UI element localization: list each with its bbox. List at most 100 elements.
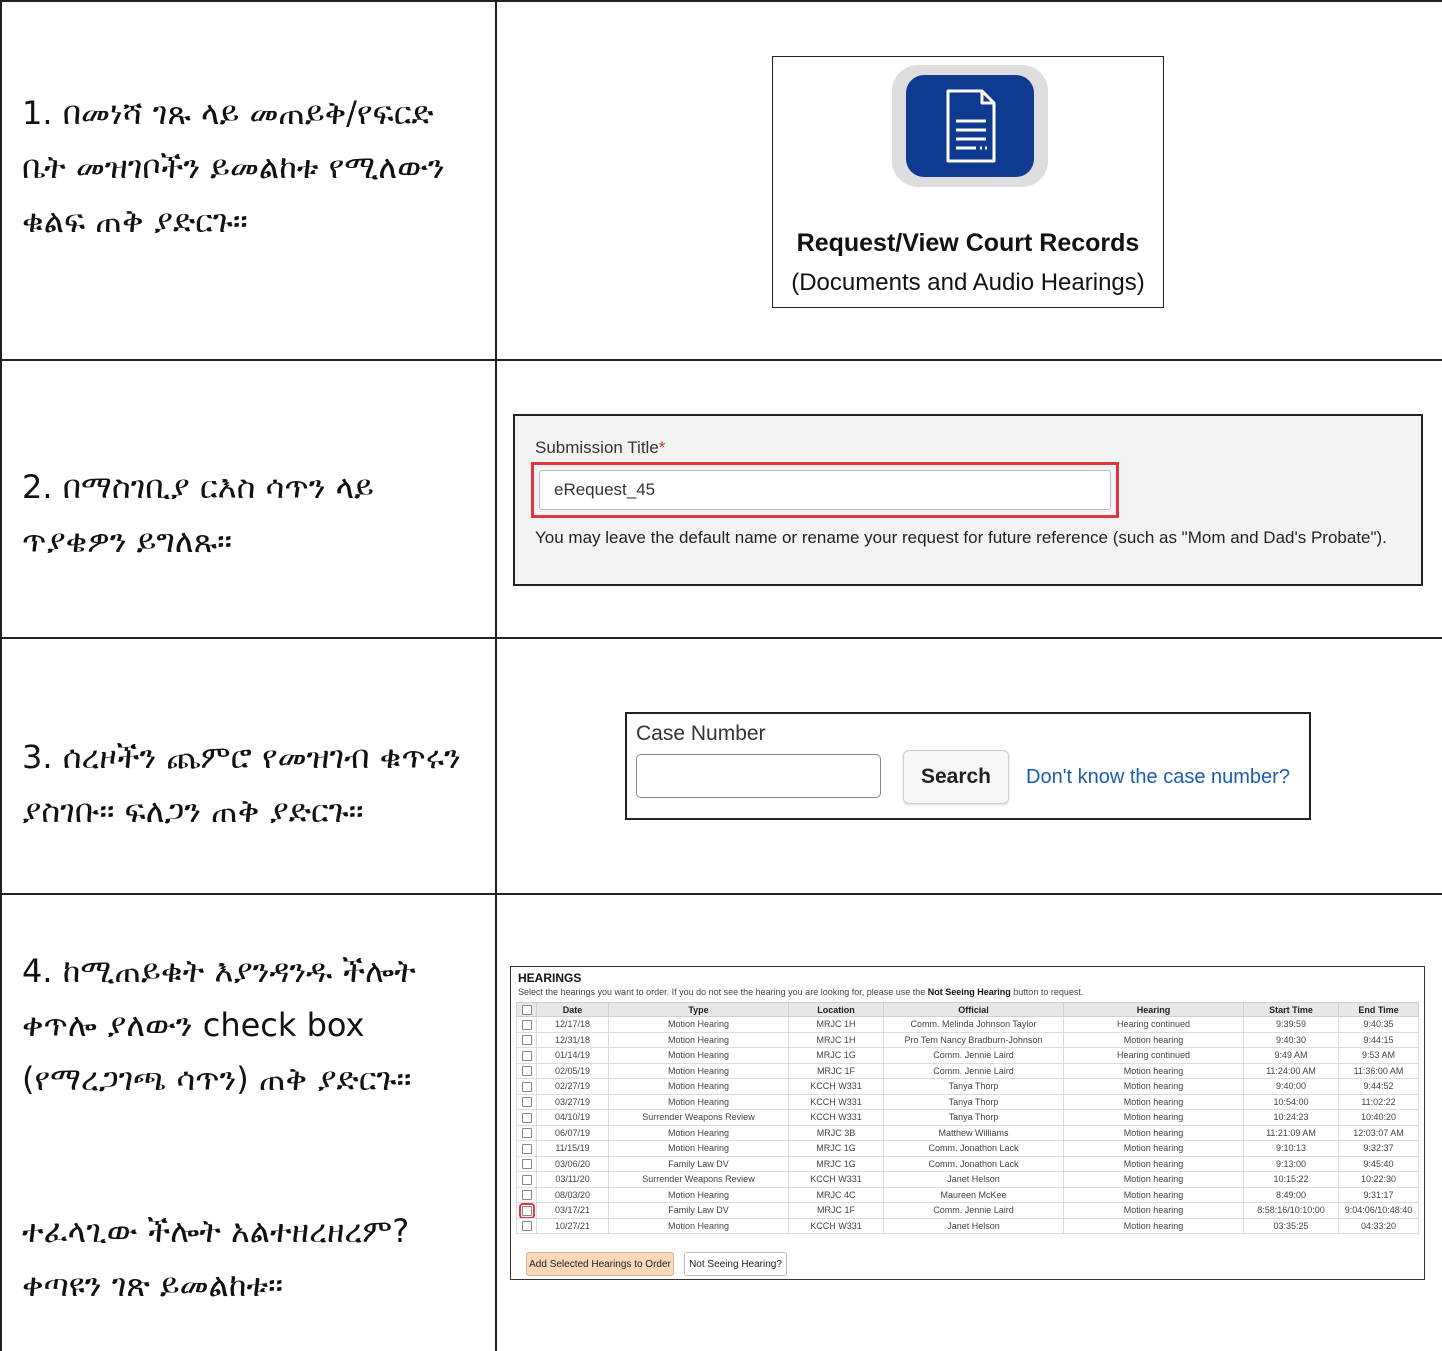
table-row: 08/03/20 Motion Hearing MRJC 4C Maureen McK… [516, 1186, 1419, 1203]
step-4-text: 4. ከሚጠይቁት እያንዳንዱ ችሎት ቀጥሎ ያለውን check box … [22, 952, 416, 1098]
row-checkbox[interactable] [521, 1174, 532, 1185]
table-cell: Motion hearing [1063, 1155, 1244, 1172]
row-checkbox[interactable] [521, 1221, 532, 1232]
table-row: 03/06/20 Family Law DV MRJC 1G Comm. Jonath… [516, 1155, 1419, 1172]
row-checkbox[interactable] [521, 1159, 532, 1170]
table-cell: 08/03/20 [536, 1186, 609, 1203]
select-all-cell [516, 1002, 537, 1017]
row-select-cell [516, 1093, 537, 1110]
row-checkbox[interactable] [521, 1128, 532, 1139]
row-checkbox[interactable] [521, 1019, 532, 1030]
court-records-subtitle: (Documents and Audio Hearings) [791, 269, 1145, 296]
table-row: 04/10/19 Surrender Weapons Review KCCH W33… [516, 1109, 1419, 1126]
not-seeing-hearing-button[interactable]: Not Seeing Hearing? [684, 1252, 787, 1276]
row-select-cell [516, 1186, 537, 1203]
submission-title-panel: Submission Title* You may leave the defa… [513, 414, 1423, 586]
court-records-title: Request/View Court Records [796, 229, 1140, 257]
table-cell: 02/27/19 [536, 1078, 609, 1095]
row-select-cell [516, 1217, 537, 1234]
document-icon [946, 89, 996, 163]
table-row: 03/27/19 Motion Hearing KCCH W331 Tanya Tho… [516, 1093, 1419, 1110]
table-cell: Motion Hearing [608, 1062, 789, 1079]
table-cell: MRJC 1G [788, 1155, 884, 1172]
top-border [0, 0, 1442, 2]
row-checkbox[interactable] [521, 1081, 532, 1092]
add-selected-hearings-button[interactable]: Add Selected Hearings to Order [526, 1252, 674, 1276]
row-select-cell [516, 1062, 537, 1079]
row-select-cell [516, 1047, 537, 1064]
row-checkbox[interactable] [521, 1143, 532, 1154]
submission-title-input[interactable] [539, 470, 1111, 510]
table-cell: Comm. Jennie Laird [883, 1047, 1064, 1064]
table-cell: MRJC 1H [788, 1016, 884, 1033]
table-cell: 8:49:00 [1243, 1186, 1339, 1203]
required-mark: * [658, 438, 666, 457]
row-select-cell [516, 1016, 537, 1033]
table-cell: Motion Hearing [608, 1140, 789, 1157]
table-cell: Hearing continued [1063, 1047, 1244, 1064]
hearings-title: HEARINGS [518, 971, 582, 985]
step-4-note: ተፈላጊው ችሎት አልተዘረዘረም? ቀጣዩን ገጽ ይመልከቱ። [22, 1212, 410, 1304]
table-cell: KCCH W331 [788, 1171, 884, 1188]
row-checkbox[interactable] [518, 1203, 535, 1218]
table-row: 12/17/18 Motion Hearing MRJC 1H Comm. Melin… [516, 1016, 1419, 1033]
case-number-input[interactable] [636, 754, 881, 798]
table-cell: MRJC 1G [788, 1047, 884, 1064]
row-select-cell [516, 1031, 537, 1048]
table-cell: 8:58:16/10:10:00 [1243, 1202, 1339, 1219]
table-cell: Comm. Jennie Laird [883, 1202, 1064, 1219]
hearings-panel: HEARINGS Select the hearings you want to… [510, 966, 1425, 1280]
table-cell: Motion hearing [1063, 1140, 1244, 1157]
table-cell: 03/06/20 [536, 1155, 609, 1172]
table-cell: 12/31/18 [536, 1031, 609, 1048]
table-cell: 03/17/21 [536, 1202, 609, 1219]
table-cell: Hearing continued [1063, 1016, 1244, 1033]
table-cell: KCCH W331 [788, 1078, 884, 1095]
table-cell: Motion hearing [1063, 1031, 1244, 1048]
row-checkbox[interactable] [521, 1190, 532, 1201]
row-select-cell [516, 1124, 537, 1141]
table-cell: 11:02:22 [1338, 1093, 1419, 1110]
table-cell: MRJC 1F [788, 1202, 884, 1219]
table-cell: Motion hearing [1063, 1217, 1244, 1234]
table-cell: 9:39:59 [1243, 1016, 1339, 1033]
court-records-button[interactable]: Request/View Court Records (Documents an… [772, 56, 1164, 308]
table-cell: 9:40:35 [1338, 1016, 1419, 1033]
search-button[interactable]: Search [903, 750, 1009, 804]
table-cell: MRJC 1G [788, 1140, 884, 1157]
row-checkbox[interactable] [521, 1097, 532, 1108]
row-checkbox[interactable] [521, 1066, 532, 1077]
icon-tile [892, 65, 1048, 187]
table-cell: 9:53 AM [1338, 1047, 1419, 1064]
table-cell: 11:24:00 AM [1243, 1062, 1339, 1079]
table-row: 02/05/19 Motion Hearing MRJC 1F Comm. Jenni… [516, 1062, 1419, 1079]
table-cell: Comm. Jennie Laird [883, 1062, 1064, 1079]
submission-title-help: You may leave the default name or rename… [535, 528, 1387, 547]
table-cell: Surrender Weapons Review [608, 1109, 789, 1126]
table-cell: 11/15/19 [536, 1140, 609, 1157]
table-cell: MRJC 3B [788, 1124, 884, 1141]
unknown-case-number-link[interactable]: Don't know the case number? [1026, 766, 1290, 789]
table-cell: Family Law DV [608, 1202, 789, 1219]
table-cell: 10:40:20 [1338, 1109, 1419, 1126]
table-cell: 10:54:00 [1243, 1093, 1339, 1110]
table-cell: 10:22:30 [1338, 1171, 1419, 1188]
table-row: 10/27/21 Motion Hearing KCCH W331 Janet Hel… [516, 1217, 1419, 1234]
table-cell: Motion Hearing [608, 1047, 789, 1064]
table-cell: Maureen McKee [883, 1186, 1064, 1203]
table-cell: 11:21:09 AM [1243, 1124, 1339, 1141]
row-checkbox[interactable] [521, 1035, 532, 1046]
highlight-box [531, 462, 1119, 518]
table-cell: 11:36:00 AM [1338, 1062, 1419, 1079]
row-checkbox[interactable] [521, 1050, 532, 1061]
table-cell: Motion Hearing [608, 1186, 789, 1203]
table-cell: 10/27/21 [536, 1217, 609, 1234]
table-cell: Motion hearing [1063, 1093, 1244, 1110]
table-cell: 10:24:23 [1243, 1109, 1339, 1126]
select-all-checkbox[interactable] [521, 1004, 532, 1015]
row-checkbox[interactable] [521, 1112, 532, 1123]
table-row: 11/15/19 Motion Hearing MRJC 1G Comm. Jonat… [516, 1140, 1419, 1157]
column-header: End Time [1338, 1002, 1419, 1017]
table-row: 01/14/19 Motion Hearing MRJC 1G Comm. Jenni… [516, 1047, 1419, 1064]
column-header: Start Time [1243, 1002, 1339, 1017]
